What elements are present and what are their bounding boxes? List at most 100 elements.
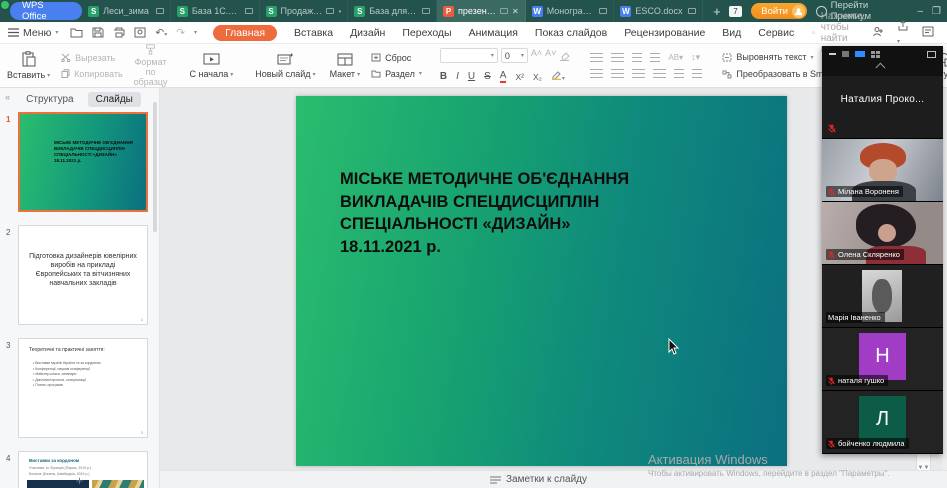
doc-tab-baza-dlya-1c[interactable]: S База для 1с xyxy=(348,0,437,22)
subscript-button[interactable]: X₂ xyxy=(533,72,542,82)
doc-tab-prodazhi[interactable]: S Продажи сен • xyxy=(260,0,349,22)
notes-panel-icon[interactable] xyxy=(922,26,934,40)
line-spacing-icon[interactable]: ↕▾ xyxy=(691,52,700,63)
main-menu-button[interactable]: Меню ▾ xyxy=(0,27,58,39)
current-slide[interactable]: МІСЬКЕ МЕТОДИЧНЕ ОБ'ЄДНАННЯ ВИКЛАДАЧІВ С… xyxy=(296,96,787,466)
clear-format-icon[interactable] xyxy=(559,48,570,66)
bullet-list-icon[interactable] xyxy=(590,53,603,63)
bold-button[interactable]: B xyxy=(440,71,447,82)
tab-outline[interactable]: Структура xyxy=(18,92,81,107)
participant-tile-5[interactable]: Н наталя гушко xyxy=(822,328,943,391)
participant-tile-2[interactable]: Мілана Вороненя xyxy=(822,139,943,202)
reset-slide-button[interactable]: Сброс xyxy=(371,53,422,63)
doc-tab-baza-1c-xlsx[interactable]: S База 1С.xlsx xyxy=(171,0,260,22)
zoom-exit-minimode-icon[interactable] xyxy=(927,51,936,58)
print-icon[interactable] xyxy=(113,27,125,38)
text-direction-icon[interactable]: АВ▾ xyxy=(668,53,683,62)
ribbon-tab-pokaz-slaydov[interactable]: Показ слайдов xyxy=(535,27,607,39)
zoom-speaker-view-icon[interactable] xyxy=(842,51,849,57)
increase-indent-icon[interactable] xyxy=(650,53,660,63)
monitor-icon xyxy=(326,8,334,14)
slide-thumbnail-2[interactable]: Підготовка дизайнерів ювелірних виробів … xyxy=(18,225,148,325)
upload-share-icon[interactable]: ▾ xyxy=(897,20,909,46)
align-left-icon[interactable] xyxy=(590,69,603,79)
participant-tile-4[interactable]: Марія Іваненко xyxy=(822,265,943,328)
open-file-icon[interactable] xyxy=(70,27,83,38)
ribbon-tab-vid[interactable]: Вид xyxy=(722,27,741,39)
ribbon-tab-animaciya[interactable]: Анимация xyxy=(469,27,518,39)
restore-window-icon[interactable]: ❐ xyxy=(932,6,941,17)
tab-slides[interactable]: Слайды xyxy=(88,92,141,107)
zoom-participants-panel[interactable]: Наталия Проко... Мілана Вороненя Олена С… xyxy=(822,46,943,454)
section-button[interactable]: Раздел▾ xyxy=(371,69,422,79)
ribbon-tab-servis[interactable]: Сервис xyxy=(758,27,794,39)
numbered-list-icon[interactable] xyxy=(611,53,624,63)
vertical-scrollbar-track[interactable] xyxy=(943,88,947,470)
ribbon-tab-dizayn[interactable]: Дизайн xyxy=(350,27,385,39)
italic-button[interactable]: I xyxy=(456,71,459,82)
paste-button[interactable]: Вставить▾ xyxy=(0,44,57,87)
slide-layout-button[interactable]: Макет▾ xyxy=(323,44,368,87)
add-slide-button[interactable]: + xyxy=(76,473,84,488)
share-user-icon[interactable] xyxy=(872,26,884,40)
zoom-minimize-icon[interactable] xyxy=(829,53,836,55)
minimize-window-icon[interactable]: – xyxy=(917,6,923,17)
close-tab-icon[interactable]: ✕ xyxy=(512,7,519,16)
login-button[interactable]: Войти xyxy=(751,3,807,19)
zoom-gallery-view-icon[interactable] xyxy=(871,51,880,58)
ribbon-tab-glavnaya[interactable]: Главная xyxy=(213,25,277,41)
ribbon-tab-recenzirovanie[interactable]: Рецензирование xyxy=(624,27,705,39)
cut-button[interactable]: Вырезать xyxy=(61,53,122,63)
new-slide-button[interactable]: Новый слайд▾ xyxy=(248,44,322,87)
increase-font-icon[interactable]: A˄ xyxy=(531,48,542,66)
wps-office-home-tab[interactable]: WPS Office xyxy=(10,2,82,20)
font-size-select[interactable]: 0▾ xyxy=(501,48,528,63)
zoom-collapse-chevron[interactable] xyxy=(822,62,943,76)
align-center-icon[interactable] xyxy=(611,69,624,79)
docs-count-badge[interactable]: 7 xyxy=(729,6,743,17)
doc-tab-prezentaciya-active[interactable]: P презентація ✕ xyxy=(437,0,526,22)
font-name-select[interactable]: ▾ xyxy=(440,48,498,63)
align-right-icon[interactable] xyxy=(632,69,645,79)
font-color-button[interactable]: A xyxy=(500,71,507,83)
more-actions-icon[interactable]: ▾ xyxy=(194,29,197,36)
decrease-indent-icon[interactable] xyxy=(632,53,642,63)
doc-tab-esco-docx[interactable]: W ESCO.docx xyxy=(614,0,703,22)
format-painter-button[interactable]: Формат по образцу xyxy=(127,44,175,87)
slide-notes-button[interactable]: Заметки к слайду xyxy=(490,474,587,485)
muted-mic-icon xyxy=(828,124,836,133)
muted-mic-badge xyxy=(826,123,840,134)
slide-thumbnail-1[interactable]: МІСЬКЕ МЕТОДИЧНЕ ОБ'ЄДНАННЯ ВИКЛАДАЧІВ С… xyxy=(18,112,148,212)
ribbon-tab-vstavka[interactable]: Вставка xyxy=(294,27,333,39)
collapse-panel-button[interactable]: « xyxy=(5,92,10,102)
participant-tile-3[interactable]: Олена Скляренко xyxy=(822,202,943,265)
avatar xyxy=(792,5,805,18)
distribute-text-icon[interactable] xyxy=(674,69,684,79)
doc-tab-label: Монографія Г xyxy=(547,6,596,16)
panel-scrollbar[interactable] xyxy=(153,102,157,232)
strikethrough-button[interactable]: S xyxy=(484,71,491,82)
play-from-start-button[interactable]: С начала▾ xyxy=(182,44,240,87)
doc-tab-monografiya[interactable]: W Монографія Г xyxy=(526,0,615,22)
copy-button[interactable]: Копировать xyxy=(61,69,122,79)
save-icon[interactable] xyxy=(92,27,104,38)
slide-number: 3 xyxy=(6,341,10,350)
slide-number: 4 xyxy=(6,454,10,463)
decrease-font-icon[interactable]: A˅ xyxy=(545,48,556,66)
superscript-button[interactable]: X² xyxy=(515,72,524,82)
slide-title-text[interactable]: МІСЬКЕ МЕТОДИЧНЕ ОБ'ЄДНАННЯ ВИКЛАДАЧІВ С… xyxy=(340,168,629,258)
ribbon-tab-perekhody[interactable]: Переходы xyxy=(402,27,451,39)
columns-icon[interactable] xyxy=(692,69,702,79)
doc-tab-lesy-zyma[interactable]: S Леси_зима xyxy=(82,0,171,22)
highlight-color-button[interactable]: ▾ xyxy=(551,70,565,83)
print-preview-icon[interactable] xyxy=(134,27,146,38)
zoom-active-view-icon[interactable] xyxy=(855,51,865,57)
underline-button[interactable]: U xyxy=(468,71,475,82)
slide-thumbnail-3[interactable]: Теоретичні та практичні заняття: Виставк… xyxy=(18,338,148,438)
undo-icon[interactable]: ↶▾ xyxy=(155,27,167,39)
redo-icon[interactable]: ↷ xyxy=(176,27,185,39)
participant-tile-6[interactable]: Л бойченко людмила xyxy=(822,391,943,454)
new-document-tab-button[interactable]: + xyxy=(713,4,721,19)
align-justify-icon[interactable] xyxy=(653,69,666,79)
participant-tile-1[interactable]: Наталия Проко... xyxy=(822,76,943,139)
